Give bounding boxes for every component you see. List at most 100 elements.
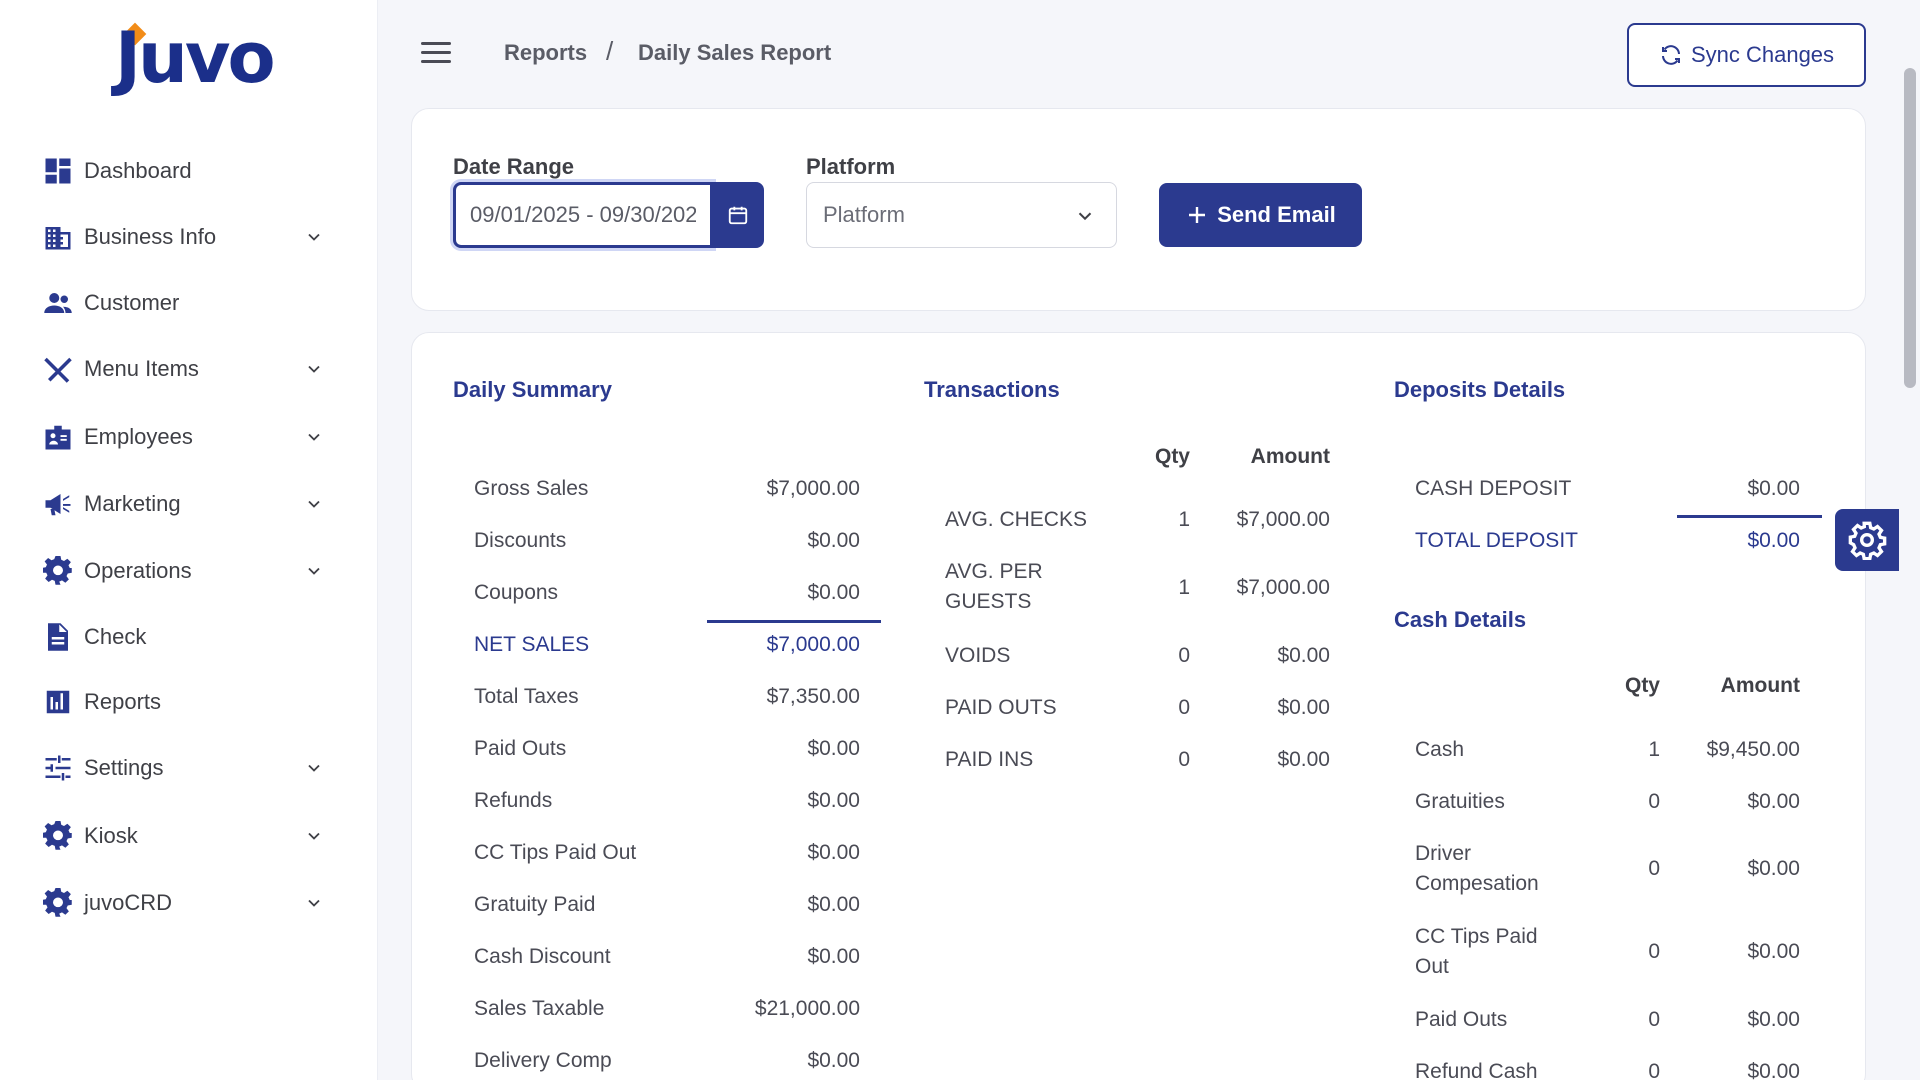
summary-value: $0.00 xyxy=(807,945,860,968)
send-email-button[interactable]: Send Email xyxy=(1159,183,1362,247)
logo-text: Juvo xyxy=(115,17,276,99)
settings-fab-button[interactable] xyxy=(1835,509,1899,571)
summary-value: $0.00 xyxy=(807,529,860,552)
sidebar-item-dashboard[interactable]: Dashboard xyxy=(42,148,342,194)
cash-qty: 0 xyxy=(1648,857,1660,880)
sidebar-item-customer[interactable]: Customer xyxy=(42,280,342,326)
cash-qty: 0 xyxy=(1648,1008,1660,1031)
platform-label: Platform xyxy=(806,154,896,179)
sliders-icon xyxy=(42,752,74,784)
id-badge-icon xyxy=(42,421,74,453)
sidebar-item-menu-items[interactable]: Menu Items xyxy=(42,346,342,392)
deposit-value: $0.00 xyxy=(1747,529,1800,552)
sidebar-item-business-info[interactable]: Business Info xyxy=(42,214,342,260)
sidebar-item-label: Dashboard xyxy=(84,158,192,183)
deposit-value: $0.00 xyxy=(1747,477,1800,500)
chevron-down-icon[interactable] xyxy=(304,427,324,447)
transaction-qty: 1 xyxy=(1178,576,1190,599)
cash-qty: 1 xyxy=(1648,738,1660,761)
chevron-down-icon[interactable] xyxy=(304,227,324,247)
cash-amount: $0.00 xyxy=(1747,1060,1800,1080)
transactions-amount-header: Amount xyxy=(1250,445,1330,468)
chevron-down-icon[interactable] xyxy=(304,758,324,778)
sidebar-item-reports[interactable]: Reports xyxy=(42,679,342,725)
deposits-title: Deposits Details xyxy=(1394,377,1566,402)
transaction-label: AVG. CHECKS xyxy=(945,508,1087,531)
date-range-input[interactable] xyxy=(453,182,713,248)
chevron-down-icon[interactable] xyxy=(304,826,324,846)
sidebar-item-label: Settings xyxy=(84,755,164,780)
sidebar-item-operations[interactable]: Operations xyxy=(42,548,342,594)
summary-value: $0.00 xyxy=(807,841,860,864)
summary-value: $21,000.00 xyxy=(754,997,860,1020)
summary-value: $7,350.00 xyxy=(766,685,860,708)
summary-label: Refunds xyxy=(474,789,553,812)
transactions-title: Transactions xyxy=(924,377,1060,402)
sidebar-item-juvocrd[interactable]: juvoCRD xyxy=(42,880,342,926)
cash-qty: 0 xyxy=(1648,940,1660,963)
cash-label: Refund Cash xyxy=(1415,1060,1538,1080)
cash-qty-header: Qty xyxy=(1624,674,1660,697)
cash-details-title: Cash Details xyxy=(1394,607,1527,632)
transaction-label: PAID OUTS xyxy=(945,696,1057,719)
hamburger-line xyxy=(421,60,451,63)
cash-amount: $0.00 xyxy=(1747,940,1800,963)
hamburger-line xyxy=(421,51,451,54)
breadcrumb-separator: / xyxy=(606,36,614,66)
sidebar-item-settings[interactable]: Settings xyxy=(42,745,342,791)
document-icon xyxy=(42,621,74,653)
summary-value: $0.00 xyxy=(807,789,860,812)
plus-icon xyxy=(1189,207,1206,223)
summary-label: Paid Outs xyxy=(474,737,567,760)
sidebar-item-kiosk[interactable]: Kiosk xyxy=(42,813,342,859)
summary-value: $0.00 xyxy=(807,1049,860,1072)
sync-changes-label: Sync Changes xyxy=(1690,42,1835,67)
breadcrumb-parent[interactable]: Reports xyxy=(504,40,587,66)
platform-select[interactable]: Platform xyxy=(806,182,1117,248)
chevron-down-icon xyxy=(1078,212,1092,221)
calendar-button[interactable] xyxy=(712,182,764,248)
summary-label: Gratuity Paid xyxy=(474,893,596,916)
page-scrollbar[interactable] xyxy=(1900,0,1920,1080)
utensils-icon xyxy=(42,353,74,385)
sidebar-item-label: Kiosk xyxy=(84,823,138,848)
chevron-down-icon[interactable] xyxy=(304,494,324,514)
transaction-amount: $7,000.00 xyxy=(1236,576,1330,599)
sidebar-item-employees[interactable]: Employees xyxy=(42,414,342,460)
calendar-icon xyxy=(728,206,748,225)
transaction-qty: 0 xyxy=(1178,644,1190,667)
net-sales-divider xyxy=(707,620,881,623)
breadcrumb-current: Daily Sales Report xyxy=(638,40,832,65)
transaction-label: AVG. PER GUESTS xyxy=(945,560,1043,613)
sync-icon xyxy=(1661,45,1680,65)
date-range-label: Date Range xyxy=(453,154,575,179)
sync-changes-button[interactable]: Sync Changes xyxy=(1627,23,1866,87)
hamburger-line xyxy=(421,42,451,45)
summary-label: NET SALES xyxy=(474,633,590,656)
gear-icon xyxy=(42,887,74,919)
sidebar-item-label: Customer xyxy=(84,290,180,315)
sidebar-item-label: Business Info xyxy=(84,224,217,249)
chevron-down-icon[interactable] xyxy=(304,359,324,379)
sidebar-item-label: Employees xyxy=(84,424,193,449)
summary-label: Total Taxes xyxy=(474,685,579,708)
sidebar-item-marketing[interactable]: Marketing xyxy=(42,481,342,527)
chevron-down-icon[interactable] xyxy=(304,893,324,913)
cash-amount: $9,450.00 xyxy=(1706,738,1800,761)
hamburger-menu-button[interactable] xyxy=(421,42,451,66)
summary-label: Coupons xyxy=(474,581,559,604)
cash-amount-header: Amount xyxy=(1720,674,1800,697)
cash-amount: $0.00 xyxy=(1747,1008,1800,1031)
summary-label: Discounts xyxy=(474,529,567,552)
summary-value: $7,000.00 xyxy=(766,477,860,500)
sidebar-item-label: Operations xyxy=(84,558,192,583)
gear-icon xyxy=(1848,521,1887,560)
sidebar-item-check[interactable]: Check xyxy=(42,614,342,660)
transaction-label: VOIDS xyxy=(945,644,1011,667)
chevron-down-icon[interactable] xyxy=(304,561,324,581)
juvo-logo[interactable]: Juvo xyxy=(115,22,276,94)
bar-chart-icon xyxy=(42,686,74,718)
scrollbar-thumb[interactable] xyxy=(1904,68,1916,388)
cash-label: Driver Compesation xyxy=(1415,842,1539,895)
summary-label: Cash Discount xyxy=(474,945,611,968)
